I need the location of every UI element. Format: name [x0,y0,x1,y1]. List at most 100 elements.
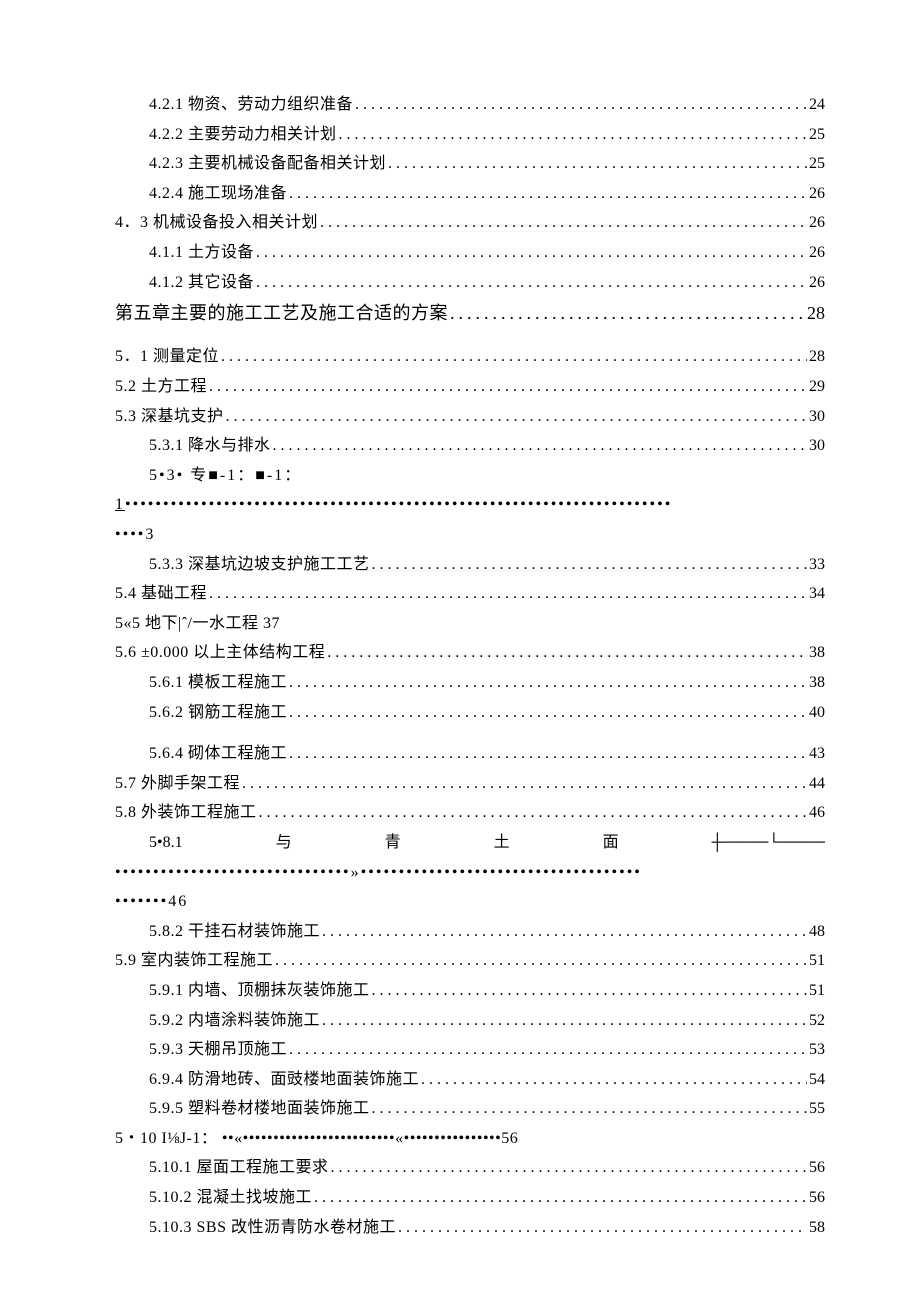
toc-leader: ........................................… [450,297,805,330]
toc-page: 33 [809,550,825,580]
toc-entry: 5.9.3 天棚吊顶施工............................… [115,1035,825,1065]
toc-block-5: 5.10.1 屋面工程施工要求.........................… [115,1153,825,1242]
toc-entry: 5.10.1 屋面工程施工要求.........................… [115,1153,825,1183]
toc-entry: 5.3 深基坑支护...............................… [115,402,825,432]
spread-part: 青 [385,828,401,858]
toc-entry: 5.8.2 干挂石材装饰施工..........................… [115,917,825,947]
toc-label: 4．3 机械设备投入相关计划 [115,208,318,238]
toc-entry: 4.2.1 物资、劳动力组织准备........................… [115,90,825,120]
toc-page: 54 [809,1065,825,1095]
toc-page: 38 [809,668,825,698]
toc-entry: 4.2.2 主要劳动力相关计划.........................… [115,120,825,150]
toc-label: 5.9 室内装饰工程施工 [115,946,273,976]
toc-label: 6.9.4 防滑地砖、面豉楼地面装饰施工 [149,1065,419,1095]
toc-page: 53 [809,1035,825,1065]
toc-label: 5.10.3 SBS 改性沥青防水卷材施工 [149,1213,396,1243]
toc-leader: ........................................… [226,402,807,432]
toc-block-4: 5.8.2 干挂石材装饰施工..........................… [115,917,825,1124]
toc-page: 43 [809,739,825,769]
toc-page: 28 [809,342,825,372]
toc-leader: ........................................… [289,668,807,698]
toc-entry: 4.2.4 施工现场准备............................… [115,179,825,209]
toc-label: 5.9.3 天棚吊顶施工 [149,1035,287,1065]
toc-leader: ........................................… [322,917,807,947]
toc-entry: 5.7 外脚手架工程..............................… [115,769,825,799]
toc-entry: 5.9.1 内墙、顶棚抹灰装饰施工.......................… [115,976,825,1006]
toc-block-1: 4.2.1 物资、劳动力组织准备........................… [115,90,825,461]
toc-page: 29 [809,372,825,402]
toc-label: 5.2 土方工程 [115,372,207,402]
toc-entry: 4.1.2 其它设备..............................… [115,268,825,298]
toc-leader: ........................................… [256,268,807,298]
garbled-row-underline: 1•••••••••••••••••••••••••••••••••••••••… [115,490,825,520]
toc-page: 56 [809,1183,825,1213]
toc-label: 5.3 深基坑支护 [115,402,224,432]
toc-entry: 5．1 测量定位................................… [115,342,825,372]
toc-label: 5.6.1 模板工程施工 [149,668,287,698]
toc-label: 5.6.2 钢筋工程施工 [149,698,287,728]
toc-leader: ........................................… [372,1094,807,1124]
toc-label: 5.10.1 屋面工程施工要求 [149,1153,329,1183]
toc-label: 4.2.4 施工现场准备 [149,179,287,209]
toc-page: 26 [809,179,825,209]
toc-page: 26 [809,268,825,298]
spread-part: 与 [276,828,292,858]
toc-label: 5.9.2 内墙涂料装饰施工 [149,1006,320,1036]
toc-page: 25 [809,120,825,150]
toc-entry: 5.4 基础工程................................… [115,579,825,609]
toc-entry: 5.2 土方工程................................… [115,372,825,402]
toc-label: 5.4 基础工程 [115,579,207,609]
toc-label: 5.6.4 砌体工程施工 [149,739,287,769]
toc-page: 44 [809,769,825,799]
toc-leader: ........................................… [372,976,807,1006]
toc-page: 48 [809,917,825,947]
toc-leader: ........................................… [339,120,807,150]
toc-entry: 4.2.3 主要机械设备配备相关计划......................… [115,149,825,179]
toc-label: 第五章主要的施工工艺及施工合适的方案 [115,297,448,330]
toc-page: 25 [809,149,825,179]
toc-label: 5.3.3 深基坑边坡支护施工工艺 [149,550,370,580]
toc-leader: ........................................… [289,739,807,769]
toc-page: 28 [807,297,825,330]
toc-entry: 5.8 外装饰工程施工.............................… [115,798,825,828]
toc-page: 34 [809,579,825,609]
toc-leader: ........................................… [289,179,807,209]
toc-entry-garble-510: 5・10 I⅛J-1： ••«•••••••••••••••••••••••••… [115,1124,825,1154]
toc-leader: ........................................… [289,1035,807,1065]
toc-label: 5.10.2 混凝土找坡施工 [149,1183,312,1213]
toc-leader: ........................................… [388,149,807,179]
toc-leader: ........................................… [327,638,807,668]
garbled-text: •••••••46 [115,893,188,910]
toc-label: 5・10 I⅛J-1： ••«•••••••••••••••••••••••••… [115,1124,518,1154]
garbled-text: •••••••••••••••••••••••••••••••»••••••••… [115,864,642,881]
garbled-row-dots-1: •••••••••••••••••••••••••••••••»••••••••… [115,858,825,888]
toc-entry: 5.6 ±0.000 以上主体结构工程.....................… [115,638,825,668]
toc-page: 56 [809,1153,825,1183]
garbled-text: 5•3• 专■-1：■-1： [149,467,302,484]
toc-label: 5.3.1 降水与排水 [149,431,271,461]
toc-page: 58 [809,1213,825,1243]
toc-leader: ........................................… [355,90,807,120]
toc-page: 24 [809,90,825,120]
toc-label: 5.9.5 塑料卷材楼地面装饰施工 [149,1094,370,1124]
toc-label: 5．1 测量定位 [115,342,219,372]
toc-label: 4.2.1 物资、劳动力组织准备 [149,90,353,120]
toc-page: 46 [809,798,825,828]
toc-leader: ........................................… [331,1153,807,1183]
toc-entry: 5.10.3 SBS 改性沥青防水卷材施工...................… [115,1213,825,1243]
toc-leader: ........................................… [372,550,807,580]
toc-leader: ........................................… [221,342,807,372]
spread-part: 面 [603,828,619,858]
toc-spread-label: 5•8.1 与 青 土 面 ┼────└──── [149,828,825,858]
toc-page: 40 [809,698,825,728]
toc-leader: ........................................… [273,431,807,461]
toc-entry: 5.3.1 降水与排水.............................… [115,431,825,461]
toc-leader: ........................................… [209,372,807,402]
toc-page: 30 [809,431,825,461]
garbled-row-3: ••••3 [115,520,825,550]
toc-entry: 6.9.4 防滑地砖、面豉楼地面装饰施工....................… [115,1065,825,1095]
toc-label: 4.1.2 其它设备 [149,268,254,298]
toc-entry: 5.10.2 混凝土找坡施工..........................… [115,1183,825,1213]
toc-label: 5«5 地下|ˆ/一水工程 37 [115,609,280,639]
toc-block-2: 5.3.3 深基坑边坡支护施工工艺.......................… [115,550,825,609]
